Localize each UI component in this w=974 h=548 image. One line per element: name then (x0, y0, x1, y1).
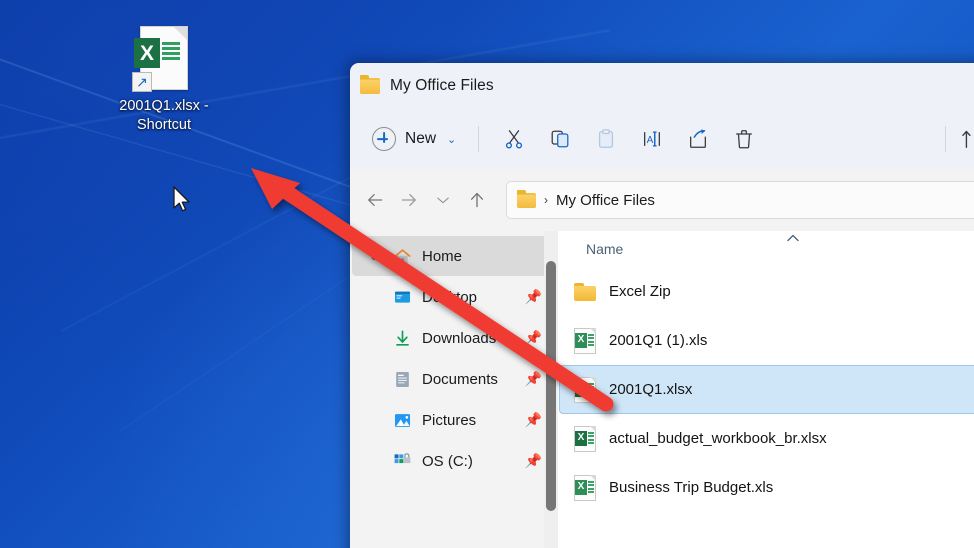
column-header-row: Name (558, 231, 974, 267)
sidebar-label: Pictures (422, 412, 476, 429)
paste-button[interactable] (583, 120, 629, 158)
share-icon (687, 128, 709, 150)
chevron-down-icon[interactable]: ⌄ (366, 249, 382, 263)
new-button-label: New (405, 130, 436, 148)
rename-button[interactable]: A (629, 120, 675, 158)
arrow-right-icon (399, 190, 419, 210)
breadcrumb-bar[interactable]: › My Office Files (506, 181, 974, 219)
toolbar-divider (478, 126, 479, 152)
up-button[interactable] (460, 183, 494, 217)
spreadsheet-grid-icon (162, 42, 180, 62)
pin-icon[interactable]: 📌 (525, 371, 542, 388)
arrow-up-icon (467, 190, 487, 210)
home-icon (392, 246, 412, 266)
sidebar-label: Desktop (422, 289, 477, 306)
sidebar-item-os-c[interactable]: OS (C:) 📌 (352, 441, 550, 481)
pin-icon[interactable]: 📌 (525, 453, 542, 470)
window-title: My Office Files (390, 77, 494, 95)
rename-icon: A (641, 128, 663, 150)
sort-button[interactable] (956, 120, 974, 158)
desktop-shortcut-2001q1[interactable]: X ↗ 2001Q1.xlsx - Shortcut (104, 26, 224, 135)
desktop-icon-label-line2: Shortcut (104, 116, 224, 135)
navigation-pane: ⌄ Home (350, 231, 558, 548)
xlsx-file-icon: X (574, 426, 596, 452)
excel-x-badge: X (134, 38, 160, 68)
sidebar-item-downloads[interactable]: Downloads 📌 (352, 318, 550, 358)
page-fold-icon (174, 27, 187, 40)
file-name: 2001Q1 (1).xls (609, 332, 707, 349)
forward-button[interactable] (392, 183, 426, 217)
desktop-icon-label-line1: 2001Q1.xlsx - (104, 97, 224, 116)
table-row[interactable]: X 2001Q1 (1).xls (559, 316, 974, 365)
svg-text:A: A (647, 135, 654, 146)
address-bar: › My Office Files (350, 169, 974, 231)
copy-button[interactable] (537, 120, 583, 158)
file-name: Business Trip Budget.xls (609, 479, 773, 496)
folder-icon (574, 283, 596, 301)
mouse-cursor (172, 186, 194, 216)
back-button[interactable] (358, 183, 392, 217)
file-name: actual_budget_workbook_br.xlsx (609, 430, 827, 447)
xls-file-icon: X (574, 328, 596, 354)
downloads-icon (392, 328, 412, 348)
sidebar-item-home[interactable]: ⌄ Home (352, 236, 550, 276)
pin-icon[interactable]: 📌 (525, 289, 542, 306)
pin-icon[interactable]: 📌 (525, 330, 542, 347)
share-button[interactable] (675, 120, 721, 158)
sidebar-scrollbar-thumb[interactable] (546, 261, 556, 511)
file-list-pane: Name Excel Zip X (558, 231, 974, 548)
arrow-left-icon (365, 190, 385, 210)
file-name: Excel Zip (609, 283, 671, 300)
breadcrumb-path[interactable]: My Office Files (556, 192, 655, 209)
table-row[interactable]: X actual_budget_workbook_br.xlsx (559, 414, 974, 463)
desktop-icon (392, 287, 412, 307)
sidebar-label: Home (422, 248, 462, 265)
cut-button[interactable] (491, 120, 537, 158)
table-row-selected[interactable]: X 2001Q1.xlsx (559, 365, 974, 414)
screen-root: X ↗ 2001Q1.xlsx - Shortcut My Office Fil… (0, 0, 974, 548)
desktop-icon-label: 2001Q1.xlsx - Shortcut (104, 97, 224, 135)
window-titlebar: My Office Files (350, 63, 974, 109)
scissors-icon (503, 128, 525, 150)
chevron-down-icon (434, 191, 452, 209)
command-toolbar: New ⌄ (350, 109, 974, 169)
drive-icon (392, 451, 412, 471)
file-name: 2001Q1.xlsx (609, 381, 692, 398)
sidebar-label: OS (C:) (422, 453, 473, 470)
sidebar-item-desktop[interactable]: Desktop 📌 (352, 277, 550, 317)
titlebar-folder-icon (360, 78, 380, 94)
copy-icon (549, 128, 571, 150)
toolbar-divider (945, 126, 946, 152)
new-button[interactable]: New ⌄ (362, 121, 466, 157)
sidebar-item-pictures[interactable]: Pictures 📌 (352, 400, 550, 440)
recent-locations-button[interactable] (426, 183, 460, 217)
excel-shortcut-icon: X ↗ (132, 26, 196, 92)
xls-file-icon: X (574, 475, 596, 501)
sidebar-label: Downloads (422, 330, 496, 347)
sidebar-item-documents[interactable]: Documents 📌 (352, 359, 550, 399)
trash-icon (733, 128, 755, 150)
xlsx-file-icon: X (574, 377, 596, 403)
pictures-icon (392, 410, 412, 430)
paste-icon (595, 128, 617, 150)
explorer-body: ⌄ Home (350, 231, 974, 548)
documents-icon (392, 369, 412, 389)
pin-icon[interactable]: 📌 (525, 412, 542, 429)
breadcrumb-separator: › (544, 193, 548, 207)
shortcut-arrow-icon: ↗ (132, 72, 152, 92)
table-row[interactable]: Excel Zip (559, 267, 974, 316)
file-explorer-window: My Office Files New ⌄ (350, 63, 974, 548)
breadcrumb-folder-icon (517, 193, 536, 208)
delete-button[interactable] (721, 120, 767, 158)
plus-icon (372, 127, 396, 151)
table-row[interactable]: X Business Trip Budget.xls (559, 463, 974, 512)
chevron-down-icon: ⌄ (447, 133, 456, 146)
column-header-name[interactable]: Name (586, 241, 623, 257)
sort-up-icon (960, 128, 974, 150)
sort-ascending-icon (786, 232, 800, 246)
sidebar-label: Documents (422, 371, 498, 388)
